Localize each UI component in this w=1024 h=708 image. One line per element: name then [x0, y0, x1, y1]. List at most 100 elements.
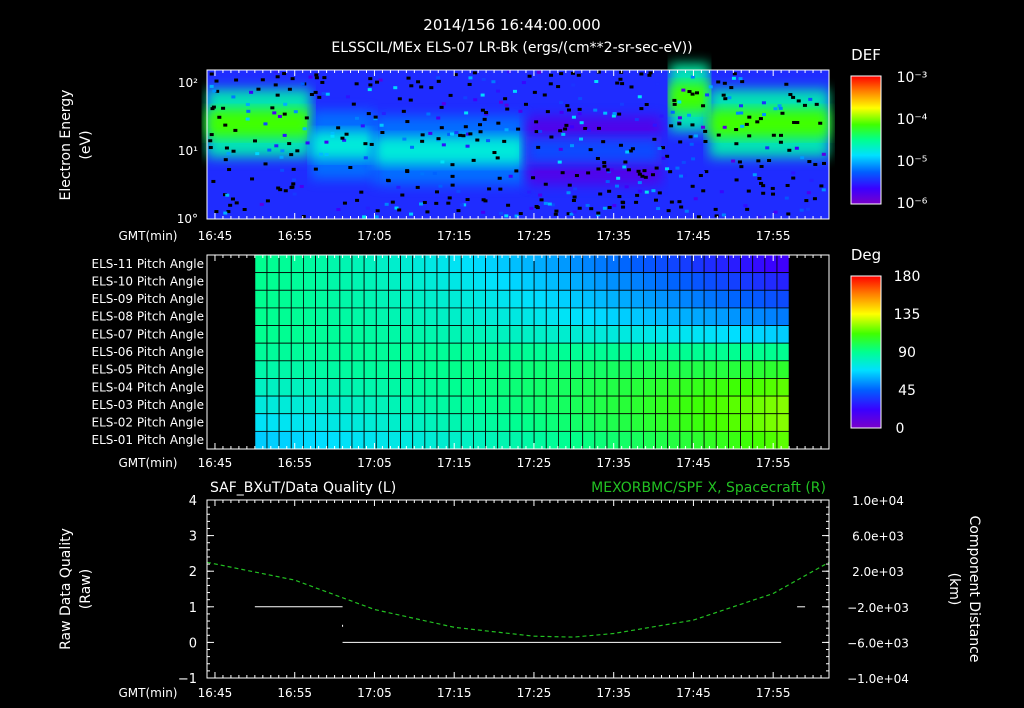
pitch-angle-cell — [339, 360, 353, 379]
pitch-angle-cell — [460, 289, 474, 309]
spectrogram-pixel — [293, 110, 298, 114]
time-tick-label: 17:55 — [756, 229, 791, 243]
pitch-angle-row-label: ELS-01 Pitch Angle — [92, 433, 204, 447]
spectrogram-pixel — [225, 193, 230, 197]
spectrogram-pixel — [639, 72, 644, 76]
pitch-angle-cell — [618, 272, 632, 291]
pitch-angle-cell — [679, 360, 693, 379]
pitch-angle-cell — [303, 378, 316, 397]
pitch-angle-cell — [278, 360, 292, 379]
spectrogram-pixel — [290, 185, 295, 189]
pitch-angle-cell — [728, 430, 741, 450]
spectrogram-pixel — [481, 77, 486, 81]
right-tick-label: 2.0e+03 — [852, 565, 904, 579]
spectrogram-pixel — [807, 160, 812, 164]
spectrogram-pixel — [602, 206, 607, 210]
spectrogram-pixel — [512, 89, 517, 93]
pitch-angle-cell — [582, 413, 596, 432]
pitch-angle-time-labels: 16:45 16:55 17:05 17:15 17:25 17:35 17:45 17:55 — [198, 456, 791, 470]
pitch-angle-cell — [740, 254, 754, 274]
pitch-angle-cell — [363, 360, 377, 379]
pitch-angle-row-label: ELS-09 Pitch Angle — [92, 292, 204, 306]
pitch-angle-cell — [290, 395, 304, 415]
spectrogram-pixel — [576, 73, 581, 77]
pitch-angle-cell — [521, 430, 535, 450]
pitch-angle-cell — [290, 342, 304, 362]
pitch-angle-cell — [655, 360, 669, 379]
pitch-angle-cell — [278, 430, 292, 450]
pitch-angle-cell — [303, 307, 316, 326]
spectrogram-pixel — [619, 70, 624, 74]
left-tick-label: 2 — [189, 565, 197, 580]
spectrogram-pixel — [276, 186, 281, 190]
pitch-angle-cell — [643, 342, 656, 362]
spectrogram-pixel — [273, 83, 278, 87]
pitch-angle-cell — [594, 413, 608, 432]
pitch-angle-cell — [740, 325, 754, 344]
spectrogram-pixel — [786, 212, 791, 216]
spectrogram-pixel — [231, 149, 236, 153]
spectrogram-pixel — [821, 188, 826, 192]
spectrogram-pixel — [601, 140, 606, 144]
spectrogram-pixel — [223, 158, 228, 162]
spectrogram-pixel — [472, 71, 477, 75]
pitch-angle-cell — [327, 307, 341, 326]
pitch-angle-cell — [327, 272, 341, 291]
spectrogram-pixel — [560, 171, 565, 175]
pitch-angle-cell — [473, 325, 486, 344]
pitch-angle-cell — [667, 289, 681, 309]
spectrogram-pixel — [703, 139, 708, 143]
spectrogram-pixel — [677, 122, 682, 126]
spectrogram-pixel — [532, 90, 537, 94]
pitch-angle-cell — [533, 254, 547, 274]
pitch-angle-cell — [570, 289, 584, 309]
spectrogram-pixel — [282, 72, 287, 76]
spectrogram-pixel — [422, 200, 427, 204]
pitch-angle-cell — [618, 289, 632, 309]
pitch-angle-cell — [776, 289, 790, 309]
spectrogram-pixel — [508, 174, 513, 178]
pitch-angle-cell — [375, 307, 389, 326]
spectrogram-pixel — [617, 195, 622, 199]
time-tick-label: 16:55 — [277, 456, 312, 470]
spectrogram-pixel — [804, 199, 809, 203]
spectrogram-pixel — [291, 178, 296, 182]
spectrogram-pixel — [626, 168, 631, 172]
gmt-axis-label: GMT(min) — [119, 229, 178, 243]
pitch-angle-cell — [290, 378, 304, 397]
pitch-angle-cell — [509, 413, 523, 432]
pitch-angle-cell — [254, 289, 268, 309]
pitch-angle-cell — [545, 378, 559, 397]
spectrogram-pixel — [767, 158, 772, 162]
spectrogram-pixel — [487, 187, 492, 191]
pitch-angle-cell — [667, 325, 681, 344]
spectrogram-pixel — [703, 129, 708, 133]
spectrogram-pixel — [806, 191, 811, 195]
spectrogram-pixel — [415, 185, 420, 189]
pitch-angle-cell — [764, 413, 778, 432]
pitch-angle-cell — [764, 307, 778, 326]
spectrogram-pixel — [731, 76, 736, 80]
pitch-angle-cell — [643, 289, 656, 309]
pitch-angle-cell — [436, 342, 450, 362]
spectrogram-pixel — [572, 210, 577, 214]
pitch-angle-cell — [363, 413, 377, 432]
pitch-angle-cell — [315, 254, 329, 274]
spectrogram-band-core — [207, 109, 311, 138]
spectrogram-pixel — [406, 76, 411, 80]
pitch-angle-cell — [533, 360, 547, 379]
pitch-angle-cell — [582, 342, 596, 362]
spectrogram-pixel — [634, 118, 639, 122]
pitch-angle-cell — [497, 378, 511, 397]
pitch-angle-cell — [412, 272, 426, 291]
spectrogram-pixel — [773, 210, 778, 214]
pitch-angle-cell — [375, 395, 389, 415]
spectrogram-pixel — [628, 149, 633, 153]
pitch-angle-cell — [728, 413, 741, 432]
spectrogram-pixel — [534, 120, 539, 124]
spectrogram-pixel — [677, 200, 682, 204]
spectrogram-pixel — [279, 155, 284, 159]
pitch-angle-cell — [497, 272, 511, 291]
spectrogram-pixel — [362, 215, 367, 219]
pitch-angle-cell — [327, 360, 341, 379]
